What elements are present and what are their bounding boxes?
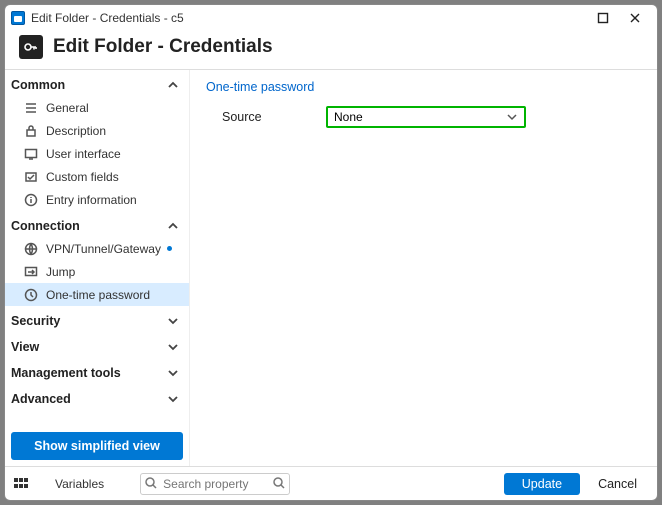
chevron-down-icon: [506, 111, 518, 123]
section-view[interactable]: View: [5, 332, 189, 358]
title-bar: Edit Folder - Credentials - c5: [5, 5, 657, 31]
app-icon: [11, 11, 25, 25]
simplified-view-row: Show simplified view: [5, 426, 189, 466]
chevron-down-icon: [167, 341, 179, 353]
credentials-icon: [19, 35, 43, 59]
section-management-tools[interactable]: Management tools: [5, 358, 189, 384]
chevron-up-icon: [167, 79, 179, 91]
monitor-icon: [23, 146, 38, 161]
cancel-button[interactable]: Cancel: [586, 473, 649, 495]
chevron-down-icon: [167, 367, 179, 379]
nav-jump[interactable]: Jump: [5, 260, 189, 283]
main-panel: One-time password Source None: [190, 70, 657, 466]
dialog-header: Edit Folder - Credentials: [5, 31, 657, 70]
source-select[interactable]: None: [326, 106, 526, 128]
section-common[interactable]: Common: [5, 70, 189, 96]
nav-custom-fields[interactable]: Custom fields: [5, 165, 189, 188]
section-title-link[interactable]: One-time password: [206, 80, 641, 94]
nav-entry-information[interactable]: Entry information: [5, 188, 189, 211]
jump-icon: [23, 264, 38, 279]
section-security[interactable]: Security: [5, 306, 189, 332]
source-row: Source None: [206, 106, 641, 128]
chevron-down-icon: [167, 315, 179, 327]
grid-icon[interactable]: [13, 476, 29, 492]
update-button[interactable]: Update: [504, 473, 580, 495]
footer-bar: Variables Update Cancel: [5, 466, 657, 500]
change-indicator-dot: [167, 246, 172, 251]
chevron-up-icon: [167, 220, 179, 232]
edit-icon: [23, 169, 38, 184]
show-simplified-view-button[interactable]: Show simplified view: [11, 432, 183, 460]
search-input[interactable]: [140, 473, 290, 495]
dialog-body: Common General Description User interfac…: [5, 70, 657, 466]
section-advanced[interactable]: Advanced: [5, 384, 189, 410]
variables-button[interactable]: Variables: [35, 477, 134, 491]
section-connection[interactable]: Connection: [5, 211, 189, 237]
source-select-value: None: [334, 110, 363, 124]
nav-description[interactable]: Description: [5, 119, 189, 142]
lock-icon: [23, 123, 38, 138]
dialog-title: Edit Folder - Credentials: [53, 36, 273, 58]
search-wrap: [140, 473, 290, 495]
nav-tree: Common General Description User interfac…: [5, 70, 189, 426]
search-icon: [144, 476, 158, 490]
sidebar: Common General Description User interfac…: [5, 70, 190, 466]
nav-general[interactable]: General: [5, 96, 189, 119]
globe-icon: [23, 241, 38, 256]
clock-icon: [23, 287, 38, 302]
source-label: Source: [206, 110, 326, 124]
maximize-button[interactable]: [587, 6, 619, 30]
chevron-down-icon: [167, 393, 179, 405]
info-icon: [23, 192, 38, 207]
window-title: Edit Folder - Credentials - c5: [31, 11, 184, 25]
clear-search-icon[interactable]: [272, 476, 286, 490]
nav-user-interface[interactable]: User interface: [5, 142, 189, 165]
nav-one-time-password[interactable]: One-time password: [5, 283, 189, 306]
nav-vpn-tunnel-gateway[interactable]: VPN/Tunnel/Gateway: [5, 237, 189, 260]
list-icon: [23, 100, 38, 115]
window: Edit Folder - Credentials - c5 Edit Fold…: [4, 4, 658, 501]
close-button[interactable]: [619, 6, 651, 30]
